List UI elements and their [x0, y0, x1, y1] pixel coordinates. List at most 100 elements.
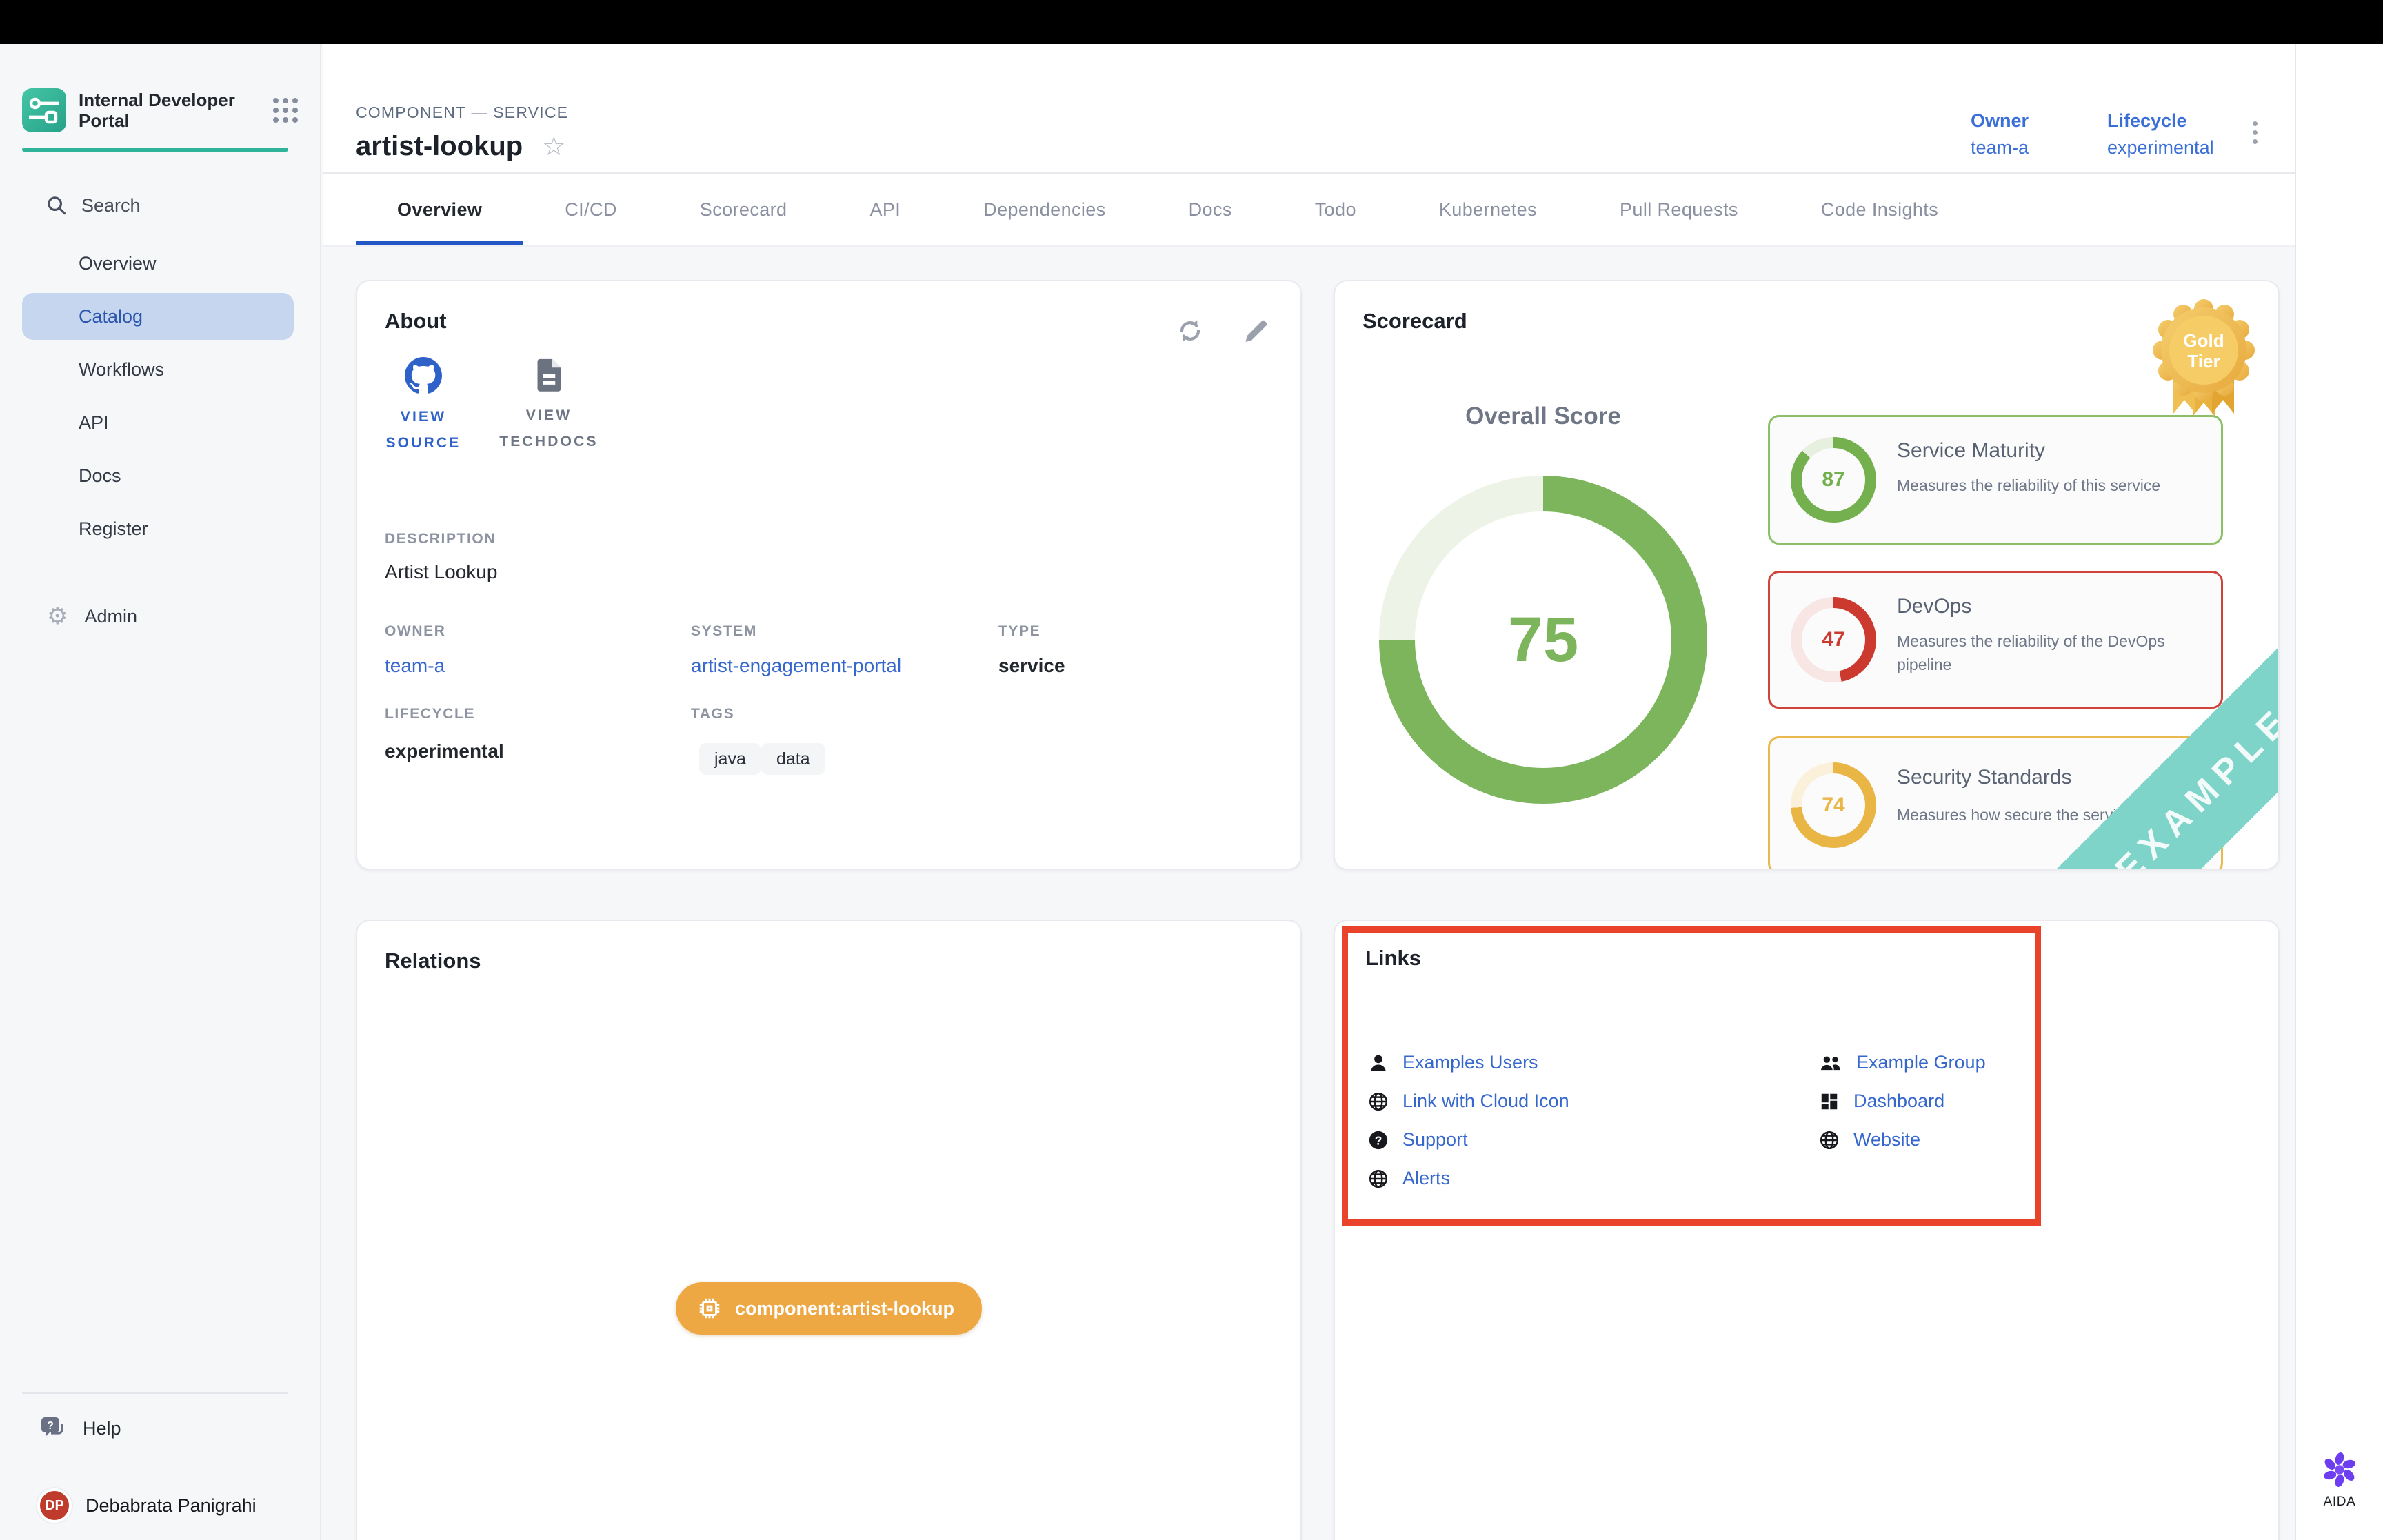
view-techdocs-button[interactable]: VIEW TECHDOCS [490, 357, 608, 455]
service-maturity-name: Service Maturity [1897, 439, 2045, 463]
svg-text:?: ? [47, 1420, 54, 1432]
view-source-label: VIEW SOURCE [368, 404, 479, 456]
tag-chip-data[interactable]: data [761, 743, 825, 775]
relations-title: Relations [385, 949, 481, 973]
edit-pencil-icon[interactable] [1243, 317, 1270, 345]
tags-field-label: TAGS [691, 706, 734, 722]
links-card: Links Examples Users Link [1334, 920, 2280, 1540]
link-alerts[interactable]: Alerts [1368, 1168, 1450, 1189]
sidebar-item-overview[interactable]: Overview [22, 240, 294, 287]
security-standards-ring: 74 [1791, 762, 1876, 848]
help-button[interactable]: ? Help [22, 1409, 294, 1448]
person-icon [1368, 1053, 1389, 1073]
link-label: Example Group [1856, 1052, 1986, 1073]
app-logo-row: Internal Developer Portal [22, 87, 298, 134]
scorecard-item-devops[interactable]: 47 DevOps Measures the reliability of th… [1768, 571, 2223, 709]
sidebar-item-catalog[interactable]: Catalog [22, 293, 294, 340]
link-with-cloud-icon[interactable]: Link with Cloud Icon [1368, 1091, 1569, 1112]
tab-docs[interactable]: Docs [1147, 174, 1274, 245]
app-title: Internal Developer Portal [79, 90, 241, 131]
tab-todo[interactable]: Todo [1274, 174, 1398, 245]
search-label: Search [81, 195, 141, 216]
sidebar: Internal Developer Portal Search Overvie… [0, 44, 321, 1540]
link-label: Examples Users [1402, 1052, 1538, 1073]
sidebar-item-workflows[interactable]: Workflows [22, 346, 294, 393]
owner-value-link[interactable]: team-a [1971, 137, 2029, 159]
tab-kubernetes[interactable]: Kubernetes [1398, 174, 1578, 245]
favorite-star-icon[interactable]: ☆ [542, 134, 565, 160]
view-source-button[interactable]: VIEW SOURCE [368, 357, 479, 456]
security-standards-score: 74 [1822, 793, 1844, 817]
entity-tabs: Overview CI/CD Scorecard API Dependencie… [323, 174, 2295, 247]
sidebar-item-api[interactable]: API [22, 399, 294, 446]
user-name: Debabrata Panigrahi [86, 1495, 257, 1517]
tab-cicd[interactable]: CI/CD [523, 174, 658, 245]
sidebar-accent-divider [22, 148, 288, 152]
globe-icon [1368, 1091, 1389, 1112]
avatar: DP [37, 1488, 72, 1523]
scorecard-card: Scorecard Overall Score 75 87 Service Ma… [1334, 280, 2280, 870]
tab-code-insights[interactable]: Code Insights [1780, 174, 1980, 245]
devops-desc: Measures the reliability of the DevOps p… [1897, 629, 2207, 676]
header-lifecycle: Lifecycle experimental [2107, 110, 2214, 159]
view-techdocs-label: VIEW TECHDOCS [494, 403, 604, 455]
sidebar-item-docs[interactable]: Docs [22, 452, 294, 499]
refresh-icon[interactable] [1176, 317, 1204, 345]
service-maturity-desc: Measures the reliability of this service [1897, 474, 2207, 497]
svg-text:?: ? [1375, 1133, 1382, 1147]
scorecard-title: Scorecard [1363, 309, 1467, 334]
relations-card: Relations component:artist-lookup [356, 920, 1302, 1540]
aida-label: AIDA [2324, 1495, 2356, 1510]
link-website[interactable]: Website [1819, 1129, 1920, 1151]
tab-scorecard[interactable]: Scorecard [658, 174, 829, 245]
service-maturity-ring: 87 [1791, 437, 1876, 523]
lifecycle-value: experimental [2107, 137, 2214, 159]
techdocs-doc-icon [532, 357, 565, 393]
sidebar-item-register[interactable]: Register [22, 505, 294, 552]
tab-overview[interactable]: Overview [356, 174, 523, 245]
scorecard-item-service-maturity[interactable]: 87 Service Maturity Measures the reliabi… [1768, 415, 2223, 545]
sidebar-nav: Overview Catalog Workflows API Docs Regi… [22, 240, 294, 558]
kebab-menu-icon[interactable] [2242, 121, 2267, 144]
search-input[interactable]: Search [22, 185, 298, 226]
tab-pull-requests[interactable]: Pull Requests [1578, 174, 1780, 245]
app-grid-icon[interactable] [273, 98, 298, 123]
lifecycle-field-value: experimental [385, 740, 504, 762]
help-label: Help [83, 1418, 121, 1439]
tag-chip-java[interactable]: java [699, 743, 761, 775]
system-field-link[interactable]: artist-engagement-portal [691, 655, 901, 677]
github-icon [405, 357, 442, 394]
system-field-label: SYSTEM [691, 623, 757, 640]
user-menu[interactable]: DP Debabrata Panigrahi [22, 1483, 312, 1528]
relation-node-label: component:artist-lookup [735, 1298, 954, 1319]
aida-assistant-button[interactable]: AIDA [2296, 1449, 2383, 1510]
devops-ring: 47 [1791, 597, 1876, 682]
description-label: DESCRIPTION [385, 531, 496, 547]
breadcrumb: COMPONENT — SERVICE [356, 103, 568, 122]
link-examples-users[interactable]: Examples Users [1368, 1052, 1538, 1073]
sidebar-divider [22, 1392, 288, 1394]
chip-icon [696, 1295, 723, 1321]
link-label: Website [1853, 1129, 1920, 1151]
tab-dependencies[interactable]: Dependencies [942, 174, 1147, 245]
link-dashboard[interactable]: Dashboard [1819, 1091, 1944, 1112]
gold-badge-line1: Gold [2183, 330, 2224, 351]
main-area: COMPONENT — SERVICE artist-lookup ☆ Owne… [323, 44, 2295, 1540]
tab-api[interactable]: API [828, 174, 942, 245]
link-example-group[interactable]: Example Group [1819, 1052, 1986, 1073]
owner-field-link[interactable]: team-a [385, 655, 445, 677]
help-chat-icon: ? [40, 1416, 68, 1441]
overall-score-value: 75 [1508, 604, 1578, 676]
link-support[interactable]: ? Support [1368, 1129, 1468, 1151]
globe-icon [1368, 1168, 1389, 1189]
gold-badge-line2: Tier [2187, 351, 2220, 372]
overview-content: About VIEW SOURCE [323, 247, 2295, 1540]
help-circle-icon: ? [1368, 1130, 1389, 1151]
service-maturity-score: 87 [1822, 468, 1844, 492]
owner-field-label: OWNER [385, 623, 446, 640]
page-title: artist-lookup [356, 131, 523, 162]
lifecycle-field-label: LIFECYCLE [385, 706, 475, 722]
sidebar-item-admin[interactable]: ⚙︎ Admin [22, 593, 294, 640]
relation-node-component[interactable]: component:artist-lookup [676, 1282, 982, 1335]
globe-icon [1819, 1130, 1840, 1151]
